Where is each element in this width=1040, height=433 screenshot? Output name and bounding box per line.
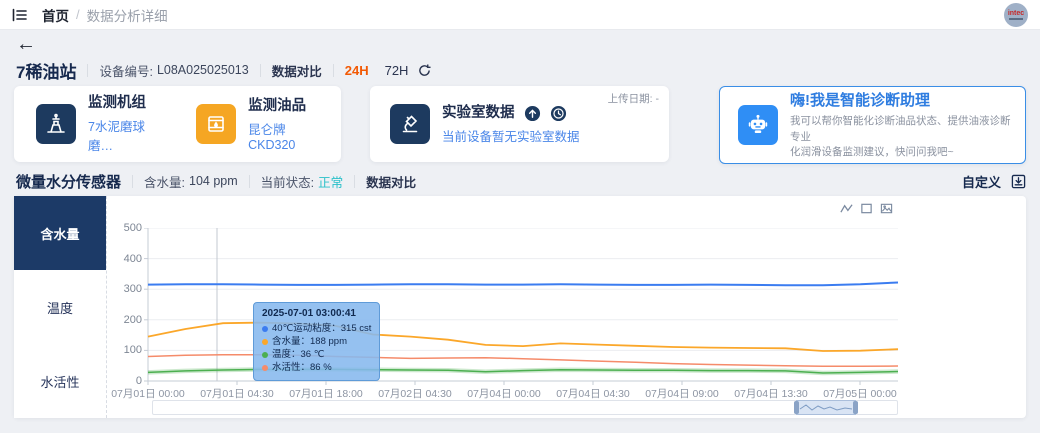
robot-icon: [738, 105, 778, 145]
monitor-unit-item[interactable]: 监测机组 7水泥磨球磨…: [36, 94, 168, 154]
zoom-box-icon[interactable]: [860, 202, 873, 215]
device-no-value: L08A025025013: [157, 63, 249, 77]
x-tick-label: 07月01日 18:00: [289, 386, 363, 401]
upload-icon[interactable]: [524, 105, 541, 122]
tooltip-time: 2025-07-01 03:00:41: [262, 308, 371, 319]
back-button[interactable]: ←: [16, 33, 36, 55]
breadcrumb-separator: /: [76, 7, 80, 22]
device-header: 7稀油站 设备编号: L08A025025013 数据对比 24H 72H: [16, 58, 431, 82]
x-tick-label: 07月04日 13:30: [734, 386, 808, 401]
save-image-icon[interactable]: [880, 202, 893, 215]
water-content-value: 104 ppm: [189, 174, 238, 188]
chart-toolbox: [840, 202, 893, 215]
lab-data-card: 上传日期: - 实验室数据 当前设备暂无实验室数据: [370, 86, 669, 162]
y-tick-label: 500: [108, 222, 142, 234]
lab-subtitle: 当前设备暂无实验室数据: [442, 126, 580, 145]
datazoom-window[interactable]: [796, 400, 856, 415]
divider: [132, 175, 133, 188]
microscope-icon: [390, 104, 430, 144]
station-name: 7稀油站: [16, 58, 76, 83]
tooltip-row: 水活性：86 %: [262, 361, 371, 374]
sensor-section-header: 微量水分传感器 含水量: 104 ppm 当前状态: 正常 数据对比 自定义: [16, 170, 1026, 192]
datazoom-handle-left[interactable]: [794, 401, 799, 414]
tooltip-row: 温度：36 ℃: [262, 348, 371, 361]
data-compare-link[interactable]: 数据对比: [272, 61, 322, 80]
refresh-icon[interactable]: [418, 64, 431, 77]
monitor-oil-title: 监测油品: [248, 97, 331, 116]
menu-fold-icon[interactable]: [12, 8, 28, 22]
monitor-unit-title: 监测机组: [88, 94, 168, 113]
x-tick-label: 07月05日 00:00: [823, 386, 897, 401]
divider: [354, 175, 355, 188]
oil-drum-icon: [196, 104, 236, 144]
divider: [333, 64, 334, 77]
divider: [249, 175, 250, 188]
y-tick-label: 300: [108, 283, 142, 295]
range-72h-button[interactable]: 72H: [385, 63, 409, 78]
y-tick-label: 100: [108, 344, 142, 356]
x-tick-label: 07月04日 00:00: [467, 386, 541, 401]
customize-button[interactable]: 自定义: [962, 172, 1001, 191]
x-tick-label: 07月04日 04:30: [556, 386, 630, 401]
line-type-icon[interactable]: [840, 202, 853, 215]
monitor-oil-item[interactable]: 监测油品 昆仑牌CKD320: [196, 97, 331, 152]
datazoom-handle-right[interactable]: [853, 401, 858, 414]
range-24h-button[interactable]: 24H: [345, 63, 369, 78]
tooltip-row: 含水量：188 ppm: [262, 335, 371, 348]
x-tick-label: 07月01日 00:00: [111, 386, 185, 401]
tab-water-activity[interactable]: 水活性: [14, 344, 106, 418]
download-icon[interactable]: [1011, 174, 1026, 189]
sensor-data-compare-link[interactable]: 数据对比: [366, 172, 416, 191]
y-tick-label: 400: [108, 253, 142, 265]
breadcrumb-home[interactable]: 首页: [42, 5, 69, 25]
monitor-unit-subtitle[interactable]: 7水泥磨球磨…: [88, 116, 168, 154]
x-tick-label: 07月04日 09:00: [645, 386, 719, 401]
tooltip-row: 40℃运动粘度：315 cst: [262, 322, 371, 335]
breadcrumb-current: 数据分析详细: [87, 5, 168, 25]
y-tick-label: 200: [108, 314, 142, 326]
divider: [260, 64, 261, 77]
upload-date: 上传日期: -: [608, 91, 659, 106]
water-content-label: 含水量:: [144, 172, 185, 191]
ai-assistant-card[interactable]: 嗨!我是智能诊断助理 我可以帮你智能化诊断油品状态、提供油液诊断专业 化润滑设备…: [719, 86, 1026, 164]
tab-temperature[interactable]: 温度: [14, 270, 106, 344]
tab-water-content[interactable]: 含水量: [14, 196, 106, 270]
monitor-cards: 监测机组 7水泥磨球磨… 监测油品 昆仑牌CKD320: [14, 86, 341, 162]
ai-assistant-title: 嗨!我是智能诊断助理: [790, 89, 1013, 110]
status-badge: 正常: [318, 172, 343, 191]
topbar: 首页 / 数据分析详细 intec: [0, 0, 1040, 30]
history-clock-icon[interactable]: [550, 105, 567, 122]
chart-metric-tabs: 含水量 温度 水活性: [14, 196, 107, 418]
device-no-label: 设备编号:: [99, 61, 152, 80]
x-tick-label: 07月01日 04:30: [200, 386, 274, 401]
chart-tooltip: 2025-07-01 03:00:41 40℃运动粘度：315 cst 含水量：…: [253, 302, 380, 381]
lab-title: 实验室数据: [442, 104, 515, 123]
avatar[interactable]: intec: [1004, 3, 1028, 27]
machine-icon: [36, 104, 76, 144]
status-label: 当前状态:: [261, 172, 314, 191]
divider: [87, 64, 88, 77]
avatar-logo-text: intec: [1008, 10, 1024, 17]
datazoom-slider[interactable]: [152, 400, 898, 415]
x-tick-label: 07月02日 04:30: [378, 386, 452, 401]
sensor-chart-card: 含水量 温度 水活性 0100200300400500 07月01日 00:00…: [14, 196, 1026, 418]
ai-assistant-desc: 我可以帮你智能化诊断油品状态、提供油液诊断专业 化润滑设备监测建议，快问问我吧~: [790, 114, 1013, 161]
monitor-oil-subtitle[interactable]: 昆仑牌CKD320: [248, 119, 331, 152]
sensor-title: 微量水分传感器: [16, 171, 121, 192]
